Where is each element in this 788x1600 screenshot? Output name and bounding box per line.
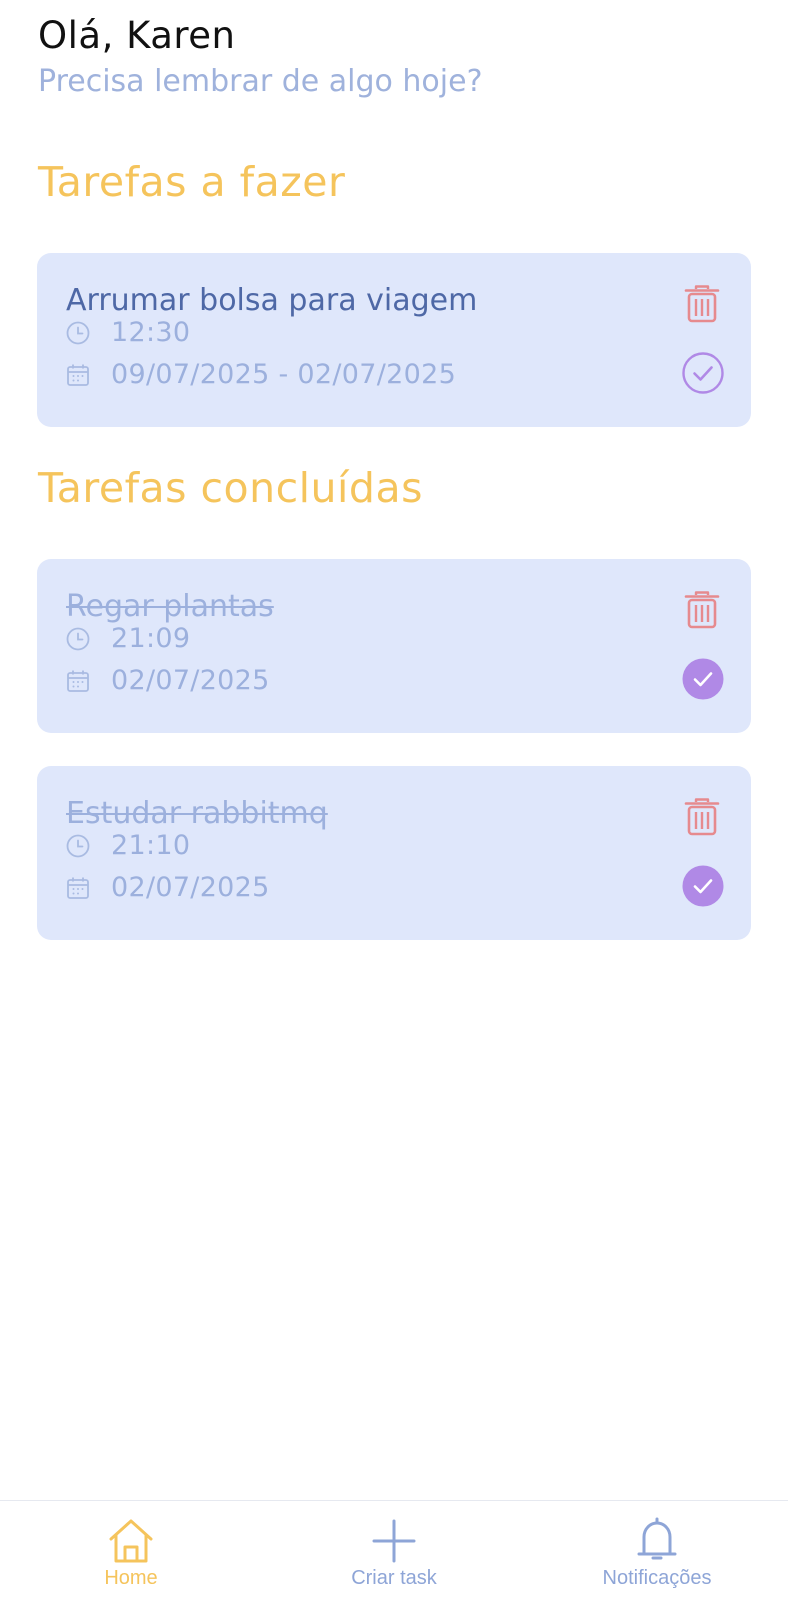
check-circle-filled-icon	[682, 658, 724, 700]
task-card[interactable]: Estudar rabbitmq 21:10 02/07/2025	[37, 766, 751, 940]
task-time: 21:10	[111, 830, 191, 861]
complete-task-button[interactable]	[681, 351, 725, 395]
check-circle-filled-icon	[682, 865, 724, 907]
clock-icon	[65, 833, 91, 859]
section-title-done: Tarefas concluídas	[38, 464, 423, 512]
calendar-icon	[65, 668, 91, 694]
calendar-icon	[65, 362, 91, 388]
trash-icon	[684, 285, 720, 323]
section-title-todo: Tarefas a fazer	[38, 158, 346, 206]
greeting-title: Olá, Karen	[38, 14, 236, 57]
task-time-row: 21:09	[65, 623, 190, 654]
complete-task-button[interactable]	[681, 657, 725, 701]
task-time-row: 21:10	[65, 830, 190, 861]
bell-icon	[637, 1517, 677, 1560]
delete-task-button[interactable]	[683, 283, 721, 325]
calendar-icon	[65, 875, 91, 901]
task-time: 21:09	[111, 623, 191, 654]
task-date: 02/07/2025	[111, 665, 270, 696]
task-date-row: 09/07/2025 - 02/07/2025	[65, 359, 456, 390]
tab-create-task-label: Criar task	[351, 1567, 437, 1589]
task-time-row: 12:30	[65, 317, 190, 348]
delete-task-button[interactable]	[683, 796, 721, 838]
task-title: Arrumar bolsa para viagem	[66, 283, 478, 318]
greeting-subtitle: Precisa lembrar de algo hoje?	[38, 64, 483, 99]
task-card[interactable]: Arrumar bolsa para viagem 12:30 09/07/20…	[37, 253, 751, 427]
task-title: Estudar rabbitmq	[66, 796, 328, 831]
task-card[interactable]: Regar plantas 21:09 02/07/2025	[37, 559, 751, 733]
task-date-row: 02/07/2025	[65, 872, 270, 903]
complete-task-button[interactable]	[681, 864, 725, 908]
plus-icon	[372, 1519, 416, 1563]
task-date: 02/07/2025	[111, 872, 270, 903]
clock-icon	[65, 626, 91, 652]
clock-icon	[65, 320, 91, 346]
tab-home-label: Home	[104, 1567, 158, 1589]
tab-home[interactable]: Home	[51, 1501, 211, 1600]
task-date-row: 02/07/2025	[65, 665, 270, 696]
delete-task-button[interactable]	[683, 589, 721, 631]
check-circle-icon	[682, 352, 724, 394]
task-time: 12:30	[111, 317, 191, 348]
tab-notifications[interactable]: Notificações	[577, 1501, 737, 1600]
trash-icon	[684, 591, 720, 629]
task-title: Regar plantas	[66, 589, 274, 624]
home-icon	[109, 1519, 153, 1563]
bottom-tab-bar: Home Criar task Notificações	[0, 1500, 788, 1600]
trash-icon	[684, 798, 720, 836]
tab-create-task[interactable]: Criar task	[314, 1501, 474, 1600]
home-screen: Olá, Karen Precisa lembrar de algo hoje?…	[0, 0, 788, 1600]
tab-notifications-label: Notificações	[602, 1567, 712, 1589]
task-date: 09/07/2025 - 02/07/2025	[111, 359, 457, 390]
